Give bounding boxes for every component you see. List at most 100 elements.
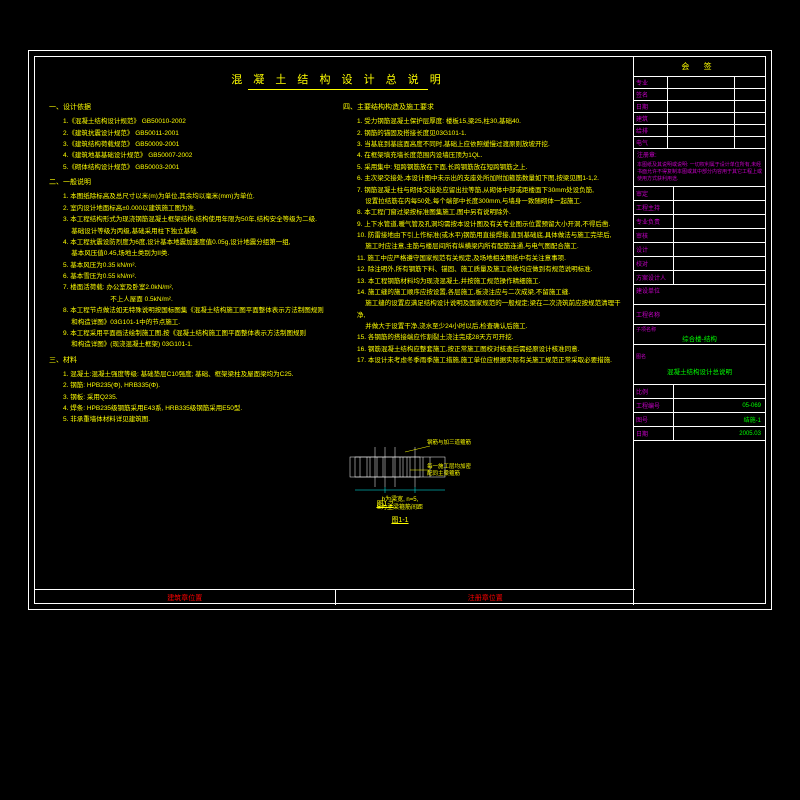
sec4-item: 5. 采用集中: 短跨钢筋放在下面,长跨钢筋放在短跨钢筋之上. [357, 162, 627, 173]
sheet-border: 混 凝 土 结 构 设 计 总 说 明 一、设计依据 1.《混凝土结构设计规范》… [34, 56, 766, 604]
sec4-item: 14. 施工缝的施工顺序应按设置,各层施工,板浇注应与二次成梁,不留施工缝. [357, 287, 627, 298]
tb-label: 图号 [634, 413, 674, 426]
main-content: 混 凝 土 结 构 设 计 总 说 明 一、设计依据 1.《混凝土结构设计规范》… [35, 57, 635, 605]
tb-label: 方案设计人 [634, 271, 674, 284]
sec2-item: 不上人屋面 0.5kN/m². [63, 294, 333, 305]
stamp-label: 注册章: [637, 152, 762, 160]
sec4-item: 10. 防雷接地由下引上作标准(或水平)钢筋用直接焊接,直到基础底,具体做法与施… [357, 230, 627, 241]
sign-row: 审定 [634, 187, 765, 201]
right-column: 四、主要结构构造及施工要求 1. 受力钢筋混凝土保护层厚度: 楼板15,梁25,… [343, 98, 627, 426]
section-2-head: 二、一般说明 [49, 177, 333, 189]
sub-label: 子项名称 [636, 326, 656, 333]
cosign-row: 电气 [634, 137, 765, 149]
tb-value [674, 215, 765, 228]
tb-value: 结施-1 [674, 413, 765, 426]
tb-label: 比例 [634, 385, 674, 398]
sec2-item: 9. 本工程采用平面画法绘制施工图,按《混凝土结构施工图平面整体表示方法制图规则 [63, 328, 333, 339]
drawing-sheet: 混 凝 土 结 构 设 计 总 说 明 一、设计依据 1.《混凝土结构设计规范》… [28, 50, 772, 610]
tb-label: 审核 [634, 229, 674, 242]
fig2-leader1: 钢筋与加三道箍筋 [427, 440, 471, 447]
title-block: 会 签 专业签名日期建筑给排电气 注册章: 本图纸及其说明或说明: 一切权利属于… [633, 57, 765, 605]
tb-value: 2005.03 [674, 427, 765, 440]
cosign-row: 建筑 [634, 113, 765, 125]
sec4-item: 施工时应注意,主筋与楼层间所有纵横梁内所有配筋连通,与电气图配合施工. [357, 241, 627, 252]
reg-seal-cell: 注册章位置 [336, 590, 636, 605]
footer-row: 比例 [634, 385, 765, 399]
fig2-label: 图1-2 [345, 499, 425, 509]
fig1-label: 图1-1 [345, 515, 455, 525]
tb-label: 电气 [634, 137, 668, 148]
sec2-item: 3. 本工程结构形式为现浇钢筋混凝土框架结构,结构使用年限为50年,结构安全等级… [63, 214, 333, 225]
section-4-head: 四、主要结构构造及施工要求 [343, 102, 627, 114]
sec2-item: 1. 本图纸除标高及总尺寸以米(m)为单位,其余均以毫米(mm)为单位. [63, 191, 333, 202]
sec4-item: 2. 钢筋的锚固及搭接长度见03G101-1. [357, 128, 627, 139]
sec4-item: 设置拉结筋在内每50处,每个端部中长度300mm,与墙身一致随砌体一起施工. [357, 196, 627, 207]
sign-row: 设计 [634, 243, 765, 257]
sec4-item: 6. 主次梁交接处,本设计图中未示出的支座处所加附加箍筋数量如下图,按梁见图1-… [357, 173, 627, 184]
sec3-item: 1. 混凝土:混凝土强度等级: 基础垫层C10强度; 基础、框架梁柱及屋面梁均为… [63, 369, 333, 380]
tb-label: 签名 [634, 89, 668, 100]
arch-seal-cell: 建筑章位置 [35, 590, 336, 605]
sec1-item: 3.《建筑结构荷载规范》 GB50009-2001 [63, 139, 333, 150]
cosign-row: 日期 [634, 101, 765, 113]
seal-row: 建筑章位置 注册章位置 [35, 589, 635, 605]
sign-row: 专业负责 [634, 215, 765, 229]
sec1-item: 2.《建筑抗震设计规范》 GB50011-2001 [63, 128, 333, 139]
sec4-item: 4. 在框架填充墙长度范围内设墙压顶为1QL. [357, 150, 627, 161]
footer-row: 日期2005.03 [634, 427, 765, 441]
sec2-item: 和构造详图》(现浇混凝土框架) 03G101-1. [63, 339, 333, 350]
section-1-head: 一、设计依据 [49, 102, 333, 114]
sec2-item: 基本风压值0.45,场地土类别为II类. [63, 248, 333, 259]
cosign-row: 签名 [634, 89, 765, 101]
tb-value [674, 271, 765, 284]
fig2-leader2: 每一施工层均加密 [427, 464, 471, 470]
tb-value [668, 77, 735, 88]
footer-row: 工程编号05-069 [634, 399, 765, 413]
drawing-name-value: 混凝土结构设计总说明 [667, 366, 732, 376]
cosign-row: 专业 [634, 77, 765, 89]
sign-row: 方案设计人 [634, 271, 765, 285]
tb-value [674, 229, 765, 242]
sec2-item: 7. 楼面活荷载: 办公室及卧室2.0kN/m², [63, 282, 333, 293]
section-3-head: 三、材料 [49, 355, 333, 367]
tb-label: 日期 [634, 101, 668, 112]
sec4-item: 13. 本工程钢筋材料均为现浇混凝土,并按施工规范操作精细施工. [357, 276, 627, 287]
tb-label: 设计 [634, 243, 674, 256]
sec4-item: 3. 当基底到基底面高度不同时,基础上应依照缓慢过渡原则放坡开挖. [357, 139, 627, 150]
sec4-item: 1. 受力钢筋混凝土保护层厚度: 楼板15,梁25,柱30,基础40. [357, 116, 627, 127]
build-unit-label: 建设单位 [636, 286, 660, 295]
sec3-item: 5. 非承重墙体材料详见建筑图. [63, 414, 333, 425]
sec4-item: 7. 钢筋混凝土柱与砌体交接处应留出拉等筋,从砌体中部或距楼面下30mm处设负筋… [357, 185, 627, 196]
tb-value: 05-069 [674, 399, 765, 412]
fig2-leader3: 配同主梁箍筋 [427, 471, 460, 477]
sec3-item: 2. 钢筋: HPB235(Φ), HRB335(Φ). [63, 380, 333, 391]
tb-label: 工程编号 [634, 399, 674, 412]
sec2-item: 基础设计等级为丙级,基础采用柱下独立基础. [63, 226, 333, 237]
tb-label: 专业 [634, 77, 668, 88]
tb-label: 审定 [634, 187, 674, 200]
sec4-item: 12. 除注明外,所有钢筋下料、锚固、施工质量及施工验收均应做到有规范说明标准. [357, 264, 627, 275]
tb-label: 专业负责 [634, 215, 674, 228]
detail-figures: b为梁宽, n=5, S为主梁箍筋间距 图1-1 [345, 442, 615, 592]
sec1-item: 4.《建筑地基基础设计规范》 GB50007-2002 [63, 150, 333, 161]
tb-label: 日期 [634, 427, 674, 440]
tb-value [668, 137, 735, 148]
sec4-item: 并做大于设置干净,浇水至少24小时以后,检查确认后施工. [357, 321, 627, 332]
tb-value [668, 113, 735, 124]
sign-row: 审核 [634, 229, 765, 243]
sec1-item: 5.《砌体结构设计规范》 GB50003-2001 [63, 162, 333, 173]
sec2-item: 5. 基本风压为0.35 kN/m². [63, 260, 333, 271]
tb-label: 给排 [634, 125, 668, 136]
tb-label: 校对 [634, 257, 674, 270]
sec4-item: 17. 本设计未考虑冬季雨季施工措施,施工单位应根据实际有关施工规范正常采取必要… [357, 355, 627, 366]
left-column: 一、设计依据 1.《混凝土结构设计规范》 GB50010-20022.《建筑抗震… [49, 98, 333, 426]
tb-label: 建筑 [634, 113, 668, 124]
sec2-item: 4. 本工程抗震设防烈度为6度,设计基本地震加速度值0.05g,设计地震分组第一… [63, 237, 333, 248]
tb-value [674, 243, 765, 256]
title-underline [248, 89, 428, 90]
sec4-item: 16. 钢筋混凝土结构应整套施工,按正常施工图校对核查后需经原设计核准同意. [357, 344, 627, 355]
sec2-item: 8. 本工程节点做法如无特殊说明按国标图集《混凝土结构施工图平面整体表示方法制图… [63, 305, 333, 316]
footer-row: 图号结施-1 [634, 413, 765, 427]
stamp-text: 本图纸及其说明或说明: 一切权利属于设计单位所有,未经书面允许不得复制本图或其中… [637, 162, 762, 183]
cosign-head: 会 签 [634, 57, 765, 77]
